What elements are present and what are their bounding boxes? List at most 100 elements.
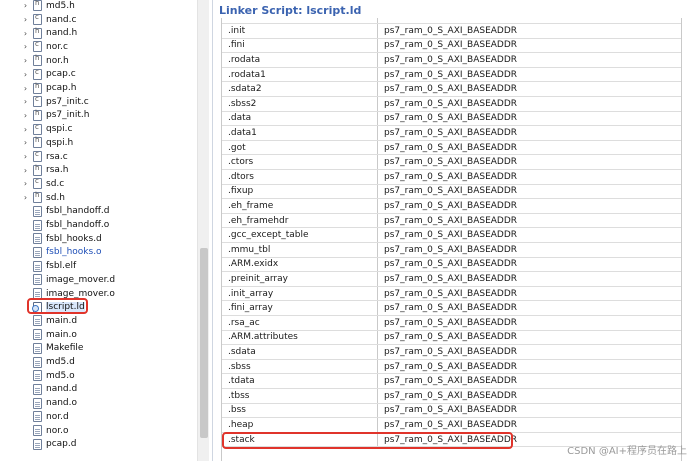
tree-item[interactable]: md5.d [0, 355, 196, 369]
section-name-cell[interactable]: .fini [222, 38, 378, 53]
tree-item[interactable]: fsbl_hooks.o [0, 246, 196, 260]
memory-region-cell[interactable]: ps7_ram_0_S_AXI_BASEADDR [378, 258, 681, 272]
section-name-cell[interactable]: .bss [222, 403, 378, 418]
section-name-cell[interactable]: .sdata2 [222, 82, 378, 96]
section-name-cell[interactable]: .sbss2 [222, 97, 378, 111]
chevron-right-icon[interactable]: › [21, 70, 30, 79]
chevron-right-icon[interactable]: › [21, 166, 30, 175]
memory-region-cell[interactable]: ps7_ram_0_S_AXI_BASEADDR [378, 404, 681, 418]
section-name-cell[interactable]: .gcc_except_table [222, 228, 378, 242]
table-row[interactable]: .fini ps7_ram_0_S_AXI_BASEADDR [222, 38, 681, 54]
section-name-cell[interactable]: .fixup [222, 184, 378, 199]
chevron-right-icon[interactable]: › [21, 42, 30, 51]
memory-region-cell[interactable]: ps7_ram_0_S_AXI_BASEADDR [378, 24, 681, 38]
chevron-right-icon[interactable]: › [21, 152, 30, 161]
tree-scrollbar-thumb[interactable] [200, 248, 208, 438]
memory-region-cell[interactable]: ps7_ram_0_S_AXI_BASEADDR [378, 287, 681, 301]
memory-region-cell[interactable]: ps7_ram_0_S_AXI_BASEADDR [378, 97, 681, 111]
section-name-cell[interactable]: .mmu_tbl [222, 243, 378, 257]
tree-item[interactable]: md5.o [0, 369, 196, 383]
chevron-right-icon[interactable]: › [21, 29, 30, 38]
memory-region-cell[interactable]: ps7_ram_0_S_AXI_BASEADDR [378, 228, 681, 242]
chevron-right-icon[interactable]: › [21, 97, 30, 106]
chevron-right-icon[interactable]: › [21, 1, 30, 10]
chevron-right-icon[interactable]: › [21, 84, 30, 93]
table-row[interactable]: .sbss2 ps7_ram_0_S_AXI_BASEADDR [222, 97, 681, 112]
table-row[interactable]: .eh_framehdr ps7_ram_0_S_AXI_BASEADDR [222, 213, 681, 229]
chevron-right-icon[interactable]: › [21, 125, 30, 134]
table-row[interactable]: .fini_array ps7_ram_0_S_AXI_BASEADDR [222, 301, 681, 316]
memory-region-cell[interactable]: ps7_ram_0_S_AXI_BASEADDR [378, 360, 681, 374]
tree-item[interactable]: fsbl_hooks.d [0, 232, 196, 246]
table-row[interactable]: .rsa_ac ps7_ram_0_S_AXI_BASEADDR [222, 316, 681, 331]
section-name-cell[interactable]: .ARM.attributes [222, 330, 378, 345]
tree-item[interactable]: › qspi.c [0, 122, 196, 136]
section-name-cell[interactable]: .rodata1 [222, 67, 378, 82]
section-name-cell[interactable]: .sbss [222, 359, 378, 374]
table-row[interactable]: .mmu_tbl ps7_ram_0_S_AXI_BASEADDR [222, 243, 681, 258]
tree-item[interactable]: main.d [0, 314, 196, 328]
section-name-cell[interactable]: .init_array [222, 286, 378, 301]
section-name-cell[interactable]: .ARM.exidx [222, 257, 378, 272]
table-row[interactable]: .ARM.attributes ps7_ram_0_S_AXI_BASEADDR [222, 330, 681, 346]
tree-item[interactable]: fsbl_handoff.d [0, 205, 196, 219]
section-name-cell[interactable]: .fini_array [222, 301, 378, 315]
table-row[interactable]: .rodata ps7_ram_0_S_AXI_BASEADDR [222, 53, 681, 68]
section-name-cell[interactable]: .ctors [222, 155, 378, 169]
tree-item[interactable]: › sd.c [0, 177, 196, 191]
table-row[interactable]: .sbss ps7_ram_0_S_AXI_BASEADDR [222, 359, 681, 375]
tree-item[interactable]: › nor.c [0, 40, 196, 54]
tree-item[interactable]: › nand.c [0, 13, 196, 27]
tree-item[interactable]: › sd.h [0, 191, 196, 205]
tree-item[interactable]: fsbl_handoff.o [0, 218, 196, 232]
section-name-cell[interactable]: .heap [222, 418, 378, 432]
tree-item[interactable]: › ps7_init.h [0, 109, 196, 123]
section-name-cell[interactable]: .preinit_array [222, 272, 378, 286]
chevron-right-icon[interactable]: › [21, 56, 30, 65]
section-name-cell[interactable]: .data1 [222, 126, 378, 140]
memory-region-cell[interactable]: ps7_ram_0_S_AXI_BASEADDR [378, 214, 681, 228]
table-row[interactable]: .tbss ps7_ram_0_S_AXI_BASEADDR [222, 389, 681, 404]
tree-item[interactable]: › pcap.c [0, 68, 196, 82]
table-row[interactable]: .sdata2 ps7_ram_0_S_AXI_BASEADDR [222, 82, 681, 97]
table-row[interactable]: .ctors ps7_ram_0_S_AXI_BASEADDR [222, 155, 681, 170]
memory-region-cell[interactable]: ps7_ram_0_S_AXI_BASEADDR [378, 389, 681, 403]
section-name-cell[interactable]: .got [222, 140, 378, 155]
chevron-right-icon[interactable]: › [21, 111, 30, 120]
memory-region-cell[interactable]: ps7_ram_0_S_AXI_BASEADDR [378, 374, 681, 388]
tree-item[interactable]: › rsa.c [0, 150, 196, 164]
memory-region-cell[interactable]: ps7_ram_0_S_AXI_BASEADDR [378, 185, 681, 199]
section-name-cell[interactable]: .init [222, 24, 378, 38]
memory-region-cell[interactable]: ps7_ram_0_S_AXI_BASEADDR [378, 345, 681, 359]
tree-item[interactable]: › rsa.h [0, 163, 196, 177]
table-row[interactable]: .data ps7_ram_0_S_AXI_BASEADDR [222, 111, 681, 127]
table-row[interactable]: .init_array ps7_ram_0_S_AXI_BASEADDR [222, 286, 681, 302]
section-name-cell[interactable]: .dtors [222, 170, 378, 184]
memory-region-cell[interactable]: ps7_ram_0_S_AXI_BASEADDR [378, 331, 681, 345]
table-row[interactable]: .ARM.exidx ps7_ram_0_S_AXI_BASEADDR [222, 257, 681, 273]
tree-item[interactable]: image_mover.d [0, 273, 196, 287]
section-name-cell[interactable]: .sdata [222, 345, 378, 359]
tree-item[interactable]: › nor.h [0, 54, 196, 68]
table-row[interactable]: .dtors ps7_ram_0_S_AXI_BASEADDR [222, 170, 681, 185]
memory-region-cell[interactable]: ps7_ram_0_S_AXI_BASEADDR [378, 272, 681, 286]
section-name-cell[interactable]: .data [222, 111, 378, 126]
section-name-cell[interactable]: .rodata [222, 53, 378, 67]
table-row[interactable]: .bss ps7_ram_0_S_AXI_BASEADDR [222, 403, 681, 419]
memory-region-cell[interactable]: ps7_ram_0_S_AXI_BASEADDR [378, 155, 681, 169]
table-row[interactable]: .gcc_except_table ps7_ram_0_S_AXI_BASEADD… [222, 228, 681, 243]
tree-item[interactable]: fsbl.elf [0, 259, 196, 273]
memory-region-cell[interactable]: ps7_ram_0_S_AXI_BASEADDR [378, 418, 681, 432]
tree-item[interactable]: › nand.h [0, 26, 196, 40]
tree-item[interactable]: Makefile [0, 342, 196, 356]
memory-region-cell[interactable]: ps7_ram_0_S_AXI_BASEADDR [378, 199, 681, 213]
chevron-right-icon[interactable]: › [21, 138, 30, 147]
tree-item[interactable]: nand.d [0, 383, 196, 397]
tree-item[interactable]: nor.o [0, 424, 196, 438]
table-row[interactable]: .data1 ps7_ram_0_S_AXI_BASEADDR [222, 126, 681, 141]
section-name-cell[interactable]: .eh_framehdr [222, 213, 378, 228]
tree-item[interactable]: pcap.d [0, 437, 196, 451]
section-name-cell[interactable]: .eh_frame [222, 199, 378, 213]
memory-region-cell[interactable]: ps7_ram_0_S_AXI_BASEADDR [378, 39, 681, 53]
table-row[interactable]: .eh_frame ps7_ram_0_S_AXI_BASEADDR [222, 199, 681, 214]
